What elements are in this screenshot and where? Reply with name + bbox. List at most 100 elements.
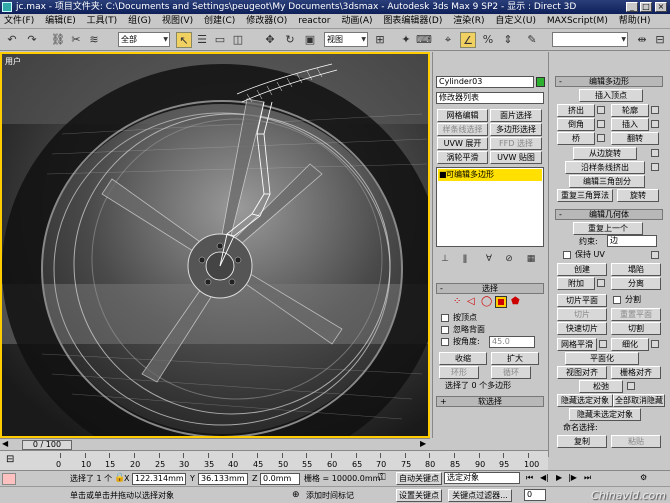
meshsmooth-settings-icon[interactable]	[599, 340, 607, 348]
meshsmooth-button[interactable]: 网格平滑	[557, 338, 597, 351]
goto-start-icon[interactable]: ⏮	[526, 473, 533, 483]
snaps-toggle-icon[interactable]: ⌖	[440, 32, 456, 48]
menu-rendering[interactable]: 渲染(R)	[449, 14, 488, 29]
extrude-spline-settings-icon[interactable]	[651, 163, 659, 171]
align-icon[interactable]: ⊟	[652, 32, 668, 48]
inset-settings-icon[interactable]	[651, 120, 659, 128]
attach-settings-icon[interactable]	[597, 279, 605, 287]
mod-button-poly-select[interactable]: 多边形选择	[490, 123, 542, 136]
loop-button[interactable]: 循环	[491, 366, 531, 379]
close-button[interactable]: ×	[655, 2, 667, 12]
named-selection-dropdown[interactable]	[552, 32, 628, 47]
flip-button[interactable]: 翻转	[611, 132, 659, 145]
time-slider-thumb[interactable]: 0 / 100	[22, 440, 72, 450]
modifier-list-dropdown[interactable]: 修改器列表	[436, 92, 544, 104]
menu-animation[interactable]: 动画(A)	[337, 14, 376, 29]
mod-button-ffd-select[interactable]: FFD 选择	[490, 137, 542, 150]
copy-button[interactable]: 复制	[557, 435, 607, 448]
menu-customize[interactable]: 自定义(U)	[491, 14, 540, 29]
by-vertex-checkbox[interactable]	[441, 314, 449, 322]
stack-item-editable-poly[interactable]: 可编辑多边形	[438, 169, 542, 181]
by-angle-checkbox[interactable]	[441, 338, 449, 346]
preserve-uv-settings-icon[interactable]	[651, 251, 659, 259]
edit-triangulation-button[interactable]: 编辑三角剖分	[569, 175, 645, 188]
menu-modifiers[interactable]: 修改器(O)	[242, 14, 291, 29]
mirror-icon[interactable]: ⇹	[634, 32, 650, 48]
rect-selection-icon[interactable]: ▭	[212, 32, 228, 48]
turn-button[interactable]: 旋转	[617, 189, 659, 202]
select-by-name-icon[interactable]: ☰	[194, 32, 210, 48]
menu-reactor[interactable]: reactor	[294, 14, 334, 29]
show-end-result-icon[interactable]: ǁ	[457, 251, 473, 267]
bridge-settings-icon[interactable]	[597, 134, 605, 142]
unhide-all-button[interactable]: 全部取消隐藏	[613, 394, 665, 407]
mod-button-uvw-map[interactable]: UVW 贴图	[490, 151, 542, 164]
select-object-icon[interactable]: ↖	[176, 32, 192, 48]
selection-rollout-header[interactable]: - 选择	[436, 283, 544, 294]
menu-group[interactable]: 组(G)	[124, 14, 155, 29]
polygon-level-icon[interactable]	[495, 296, 507, 308]
insert-vertex-button[interactable]: 插入顶点	[579, 89, 643, 102]
mod-button-mesh-edit[interactable]: 网格编辑	[437, 109, 488, 122]
bridge-button[interactable]: 桥	[557, 132, 595, 145]
tessellate-button[interactable]: 细化	[611, 338, 649, 351]
z-coordinate-field[interactable]: 0.0mm	[260, 473, 300, 485]
edit-polygons-rollout-header[interactable]: - 编辑多边形	[555, 76, 663, 87]
hinge-settings-icon[interactable]	[651, 149, 659, 157]
key-icon[interactable]: ⚿	[378, 472, 386, 483]
remove-modifier-icon[interactable]: ⊘	[501, 251, 517, 267]
outline-settings-icon[interactable]	[651, 106, 659, 114]
time-tag-icon[interactable]: ⊕	[292, 490, 300, 500]
create-button[interactable]: 创建	[557, 263, 607, 276]
track-bar[interactable]: ⊟ 0 10 15 20 25 30 35 40 45 50 55 60 65 70 75 80 85 90 95 1…	[0, 450, 548, 470]
tessellate-settings-icon[interactable]	[651, 340, 659, 348]
select-scale-icon[interactable]: ▣	[302, 32, 318, 48]
extrude-along-spline-button[interactable]: 沿样条线挤出	[565, 161, 645, 174]
minimize-button[interactable]: _	[626, 2, 638, 12]
bevel-button[interactable]: 倒角	[557, 118, 595, 131]
configure-sets-icon[interactable]: ▦	[523, 251, 539, 267]
window-crossing-icon[interactable]: ◫	[230, 32, 246, 48]
object-name-field[interactable]: Cylinder03	[436, 76, 534, 88]
current-frame-field[interactable]: 0	[524, 489, 546, 501]
select-move-icon[interactable]: ✥	[262, 32, 278, 48]
expand-plus-icon[interactable]: ■	[439, 170, 447, 179]
view-align-button[interactable]: 视图对齐	[557, 366, 607, 379]
pin-stack-icon[interactable]: ⊥	[437, 251, 453, 267]
prev-frame-icon[interactable]: ◀|	[540, 473, 549, 482]
percent-snap-icon[interactable]: %	[480, 32, 496, 48]
set-key-button[interactable]: 设置关键点	[396, 489, 442, 502]
key-target-dropdown[interactable]: 选定对象	[444, 472, 520, 484]
extrude-button[interactable]: 挤出	[557, 104, 595, 117]
edge-level-icon[interactable]: ◁	[467, 296, 475, 307]
make-unique-icon[interactable]: ∀	[481, 251, 497, 267]
x-coordinate-field[interactable]: 122.314mm	[132, 473, 186, 485]
angle-value-field[interactable]: 45.0	[489, 336, 535, 348]
inset-button[interactable]: 插入	[611, 118, 649, 131]
key-filters-button[interactable]: 关键点过滤器...	[448, 489, 512, 502]
slice-button[interactable]: 切片	[557, 308, 607, 321]
slider-prev-arrow-icon[interactable]: ◀	[2, 439, 8, 448]
menu-graph-editors[interactable]: 图表编辑器(D)	[379, 14, 446, 29]
time-config-icon[interactable]: ⚙	[640, 473, 647, 482]
menu-file[interactable]: 文件(F)	[0, 14, 38, 29]
attach-button[interactable]: 附加	[557, 277, 595, 290]
ignore-backface-checkbox[interactable]	[441, 326, 449, 334]
grow-button[interactable]: 扩大	[491, 352, 539, 365]
angle-snap-icon[interactable]: ∠	[460, 32, 476, 48]
split-checkbox[interactable]	[613, 296, 621, 304]
link-icon[interactable]: ⛓	[50, 32, 66, 48]
slice-plane-button[interactable]: 切片平面	[557, 294, 607, 307]
detach-button[interactable]: 分离	[611, 277, 661, 290]
reset-plane-button[interactable]: 重置平面	[611, 308, 661, 321]
make-planar-button[interactable]: 平面化	[565, 352, 639, 365]
redo-icon[interactable]: ↷	[24, 32, 40, 48]
time-slider[interactable]: 0 / 100 ◀ ▶	[0, 438, 430, 450]
menu-help[interactable]: 帮助(H)	[615, 14, 655, 29]
maximize-button[interactable]: □	[640, 2, 652, 12]
menu-edit[interactable]: 编辑(E)	[41, 14, 80, 29]
edit-geometry-rollout-header[interactable]: - 编辑几何体	[555, 209, 663, 220]
edit-named-sel-icon[interactable]: ✎	[524, 32, 540, 48]
constraints-dropdown[interactable]: 边	[607, 235, 657, 247]
menu-maxscript[interactable]: MAXScript(M)	[543, 14, 612, 29]
